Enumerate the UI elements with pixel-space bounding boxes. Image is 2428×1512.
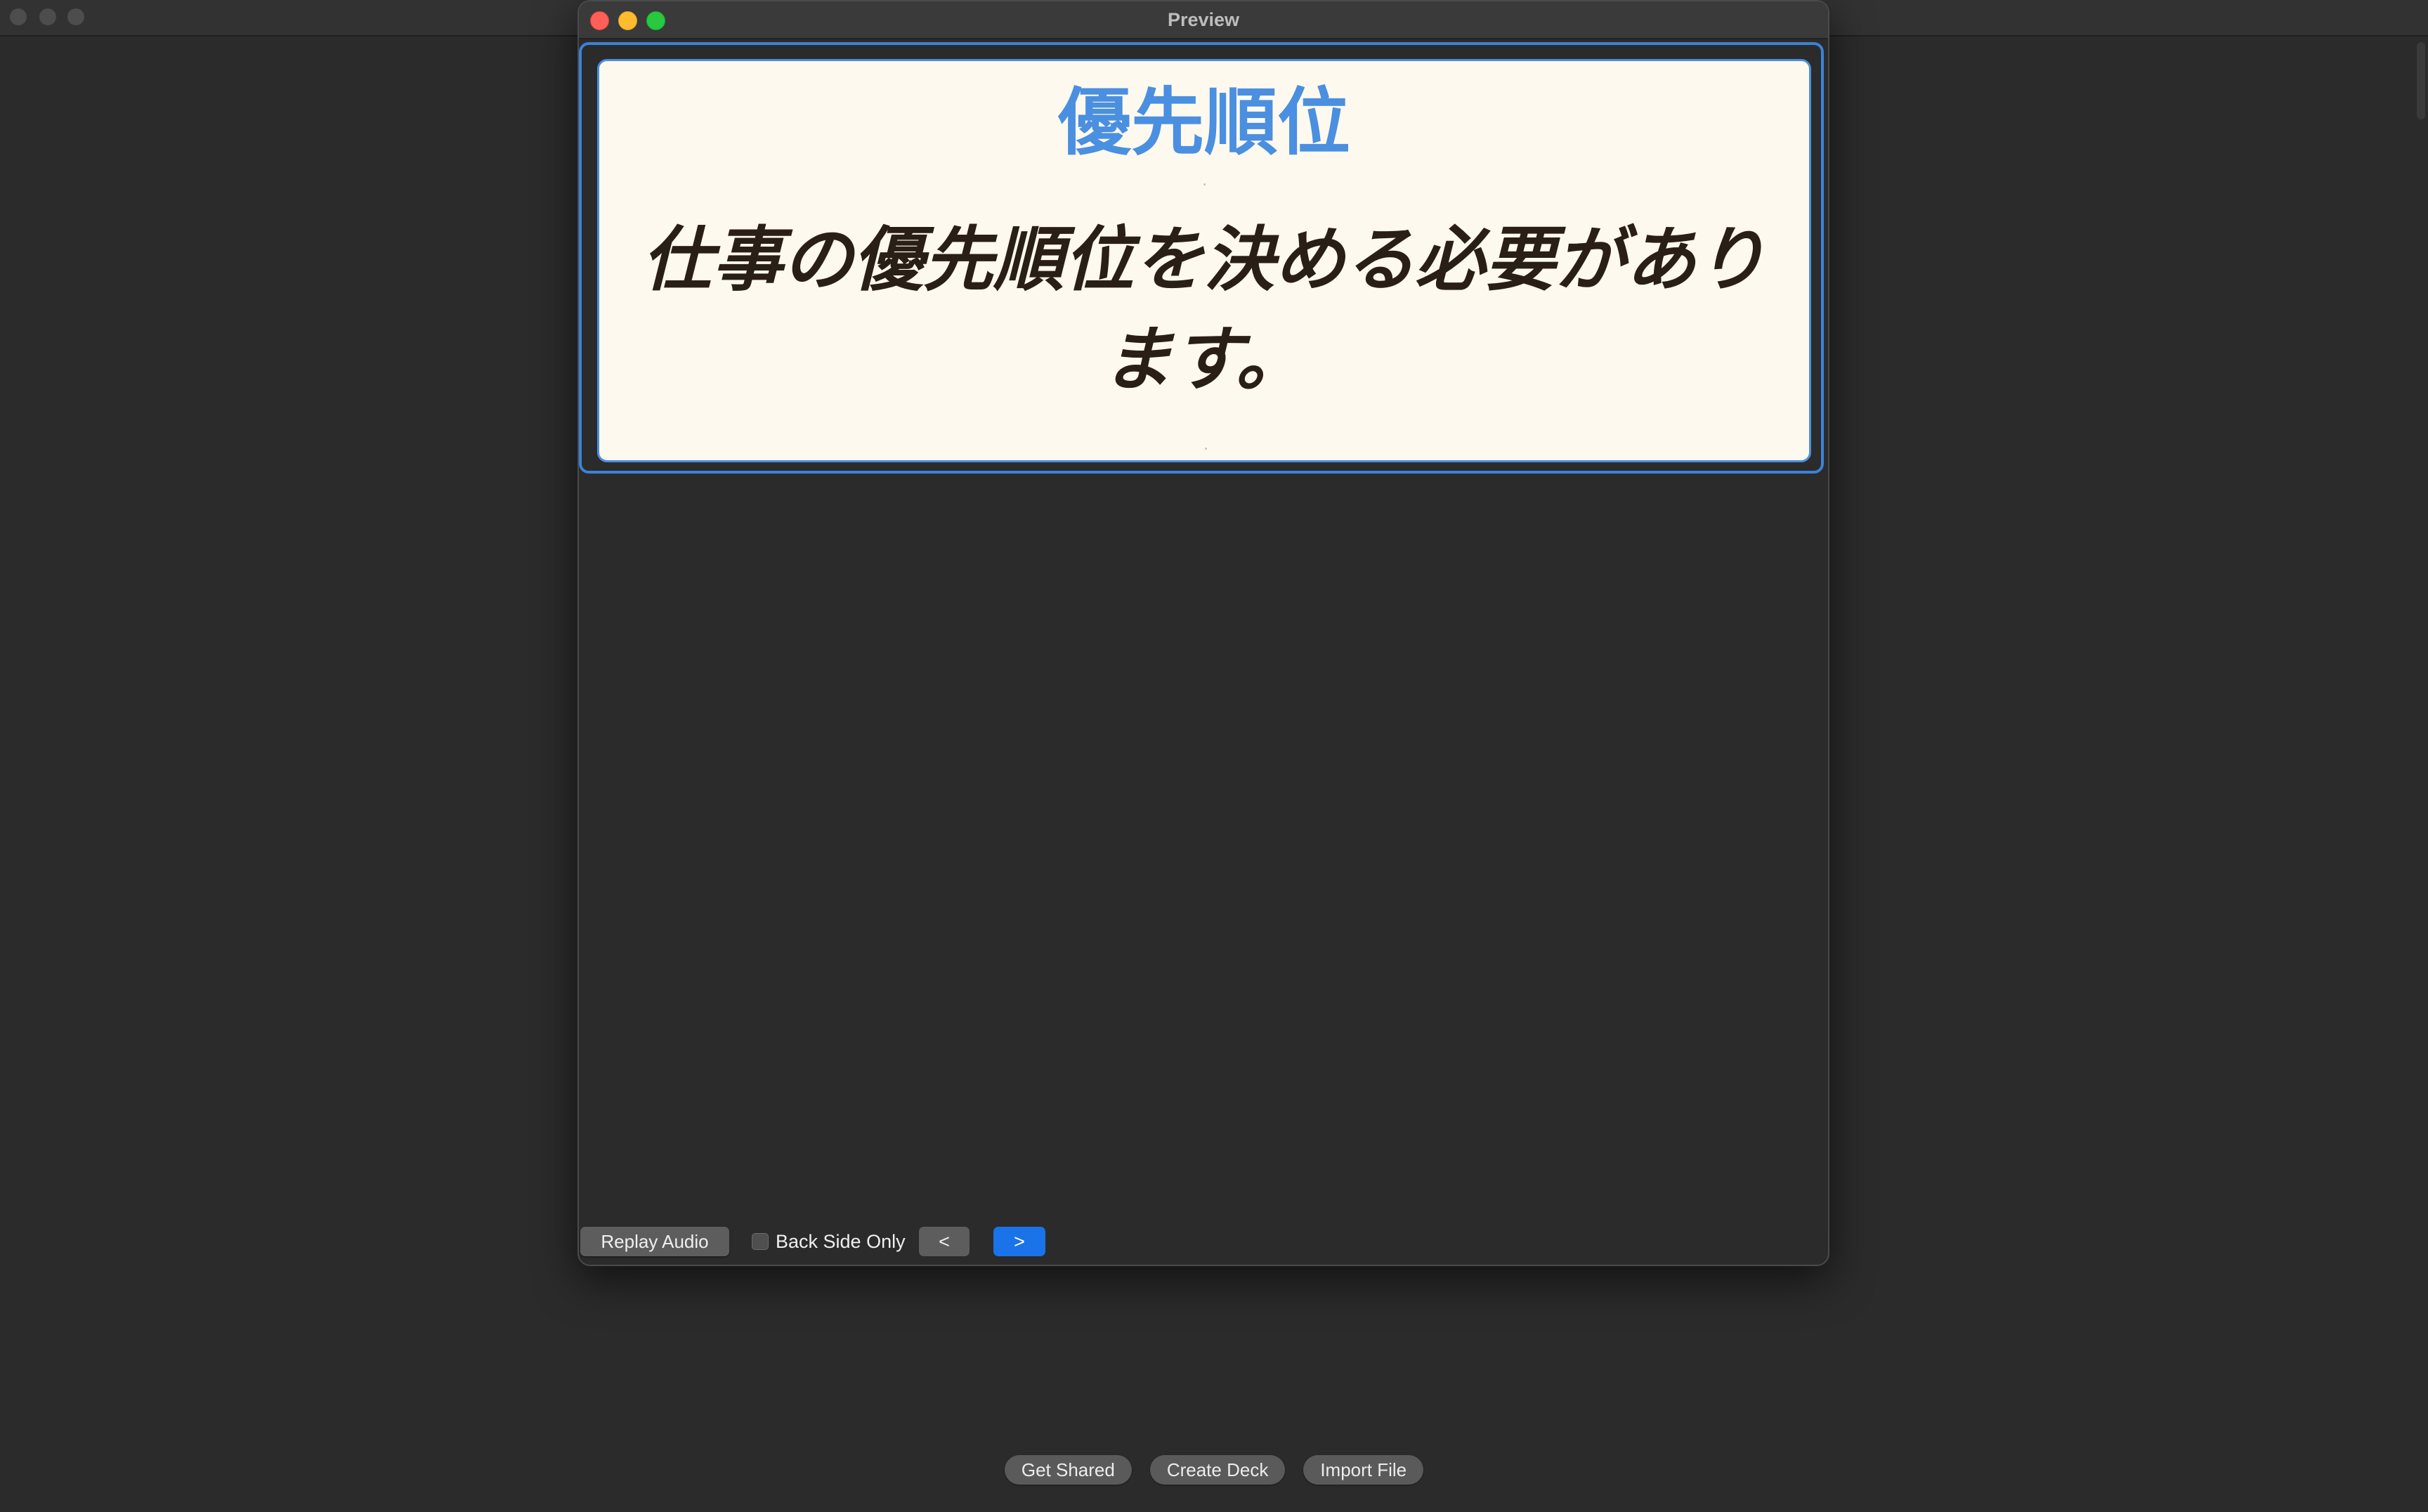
card-word: 優先順位 — [1057, 79, 1350, 165]
divider — [1203, 183, 1206, 186]
card-webview[interactable]: 優先順位 仕事の優先順位を決める必要があります。 — [579, 42, 1824, 474]
create-deck-button[interactable]: Create Deck — [1149, 1455, 1286, 1485]
maximize-icon[interactable] — [67, 8, 84, 25]
get-shared-button[interactable]: Get Shared — [1004, 1455, 1132, 1485]
import-file-button[interactable]: Import File — [1303, 1455, 1424, 1485]
minimize-icon[interactable] — [39, 8, 56, 25]
divider — [1205, 448, 1207, 450]
back-side-only-label[interactable]: Back Side Only — [776, 1231, 906, 1253]
preview-window: Preview 優先順位 仕事の優先順位を決める必要があります。 Replay … — [577, 0, 1829, 1266]
window-title: Preview — [1167, 9, 1240, 30]
replay-audio-button[interactable]: Replay Audio — [580, 1227, 729, 1256]
card-sentence: 仕事の優先順位を決める必要があります。 — [642, 218, 1766, 401]
previous-card-button[interactable]: < — [919, 1227, 970, 1256]
scrollbar[interactable] — [2417, 42, 2425, 119]
main-bottom-toolbar: Get Shared Create Deck Import File — [0, 1452, 2428, 1488]
next-card-button[interactable]: > — [993, 1227, 1045, 1256]
desktop: Get Shared Create Deck Import File Previ… — [0, 0, 2428, 1512]
back-side-only-checkbox[interactable] — [752, 1233, 769, 1250]
preview-titlebar[interactable]: Preview — [579, 1, 1828, 39]
flashcard: 優先順位 仕事の優先順位を決める必要があります。 — [597, 59, 1811, 462]
close-icon[interactable] — [10, 8, 27, 25]
preview-controls: Replay Audio Back Side Only < > — [579, 1227, 1828, 1258]
